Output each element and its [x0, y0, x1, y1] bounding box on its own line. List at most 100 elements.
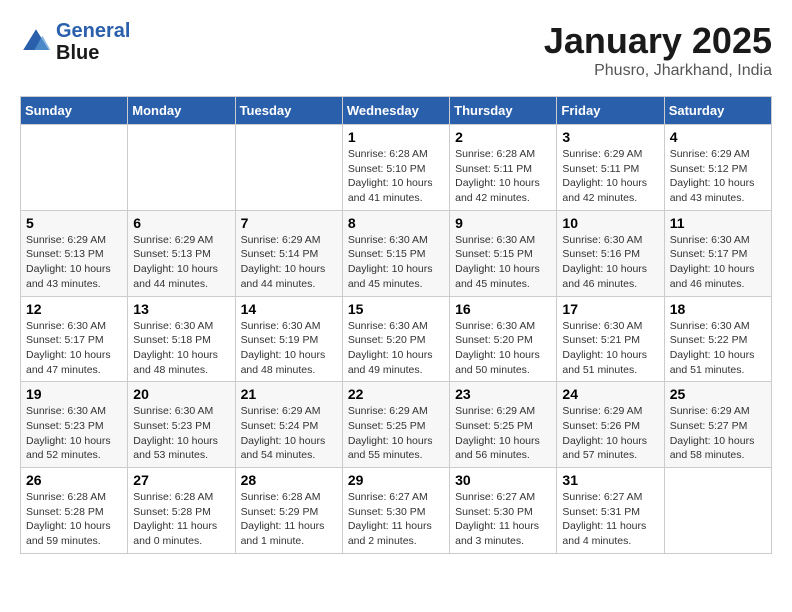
calendar-cell: 14 Sunrise: 6:30 AM Sunset: 5:19 PM Dayli…: [235, 296, 342, 382]
calendar-cell: 8 Sunrise: 6:30 AM Sunset: 5:15 PM Daylig…: [342, 210, 449, 296]
calendar-cell: [235, 125, 342, 211]
calendar-cell: 19 Sunrise: 6:30 AM Sunset: 5:23 PM Dayli…: [21, 382, 128, 468]
day-number: 23: [455, 386, 551, 402]
weekday-header-row: SundayMondayTuesdayWednesdayThursdayFrid…: [21, 97, 772, 125]
calendar-week-5: 26 Sunrise: 6:28 AM Sunset: 5:28 PM Dayli…: [21, 468, 772, 554]
calendar-body: 1 Sunrise: 6:28 AM Sunset: 5:10 PM Daylig…: [21, 125, 772, 554]
weekday-friday: Friday: [557, 97, 664, 125]
calendar-cell: 23 Sunrise: 6:29 AM Sunset: 5:25 PM Dayli…: [450, 382, 557, 468]
calendar-cell: 10 Sunrise: 6:30 AM Sunset: 5:16 PM Dayli…: [557, 210, 664, 296]
calendar-cell: [21, 125, 128, 211]
day-info: Sunrise: 6:30 AM Sunset: 5:20 PM Dayligh…: [348, 319, 444, 378]
day-info: Sunrise: 6:30 AM Sunset: 5:18 PM Dayligh…: [133, 319, 229, 378]
weekday-tuesday: Tuesday: [235, 97, 342, 125]
day-number: 1: [348, 129, 444, 145]
day-info: Sunrise: 6:29 AM Sunset: 5:25 PM Dayligh…: [348, 404, 444, 463]
weekday-saturday: Saturday: [664, 97, 771, 125]
day-number: 16: [455, 301, 551, 317]
day-info: Sunrise: 6:30 AM Sunset: 5:15 PM Dayligh…: [348, 233, 444, 292]
day-info: Sunrise: 6:27 AM Sunset: 5:30 PM Dayligh…: [348, 490, 444, 549]
day-number: 12: [26, 301, 122, 317]
calendar-cell: 15 Sunrise: 6:30 AM Sunset: 5:20 PM Dayli…: [342, 296, 449, 382]
day-number: 31: [562, 472, 658, 488]
day-number: 9: [455, 215, 551, 231]
day-info: Sunrise: 6:29 AM Sunset: 5:26 PM Dayligh…: [562, 404, 658, 463]
day-number: 28: [241, 472, 337, 488]
day-number: 8: [348, 215, 444, 231]
day-number: 17: [562, 301, 658, 317]
day-info: Sunrise: 6:29 AM Sunset: 5:13 PM Dayligh…: [26, 233, 122, 292]
day-number: 15: [348, 301, 444, 317]
calendar-week-3: 12 Sunrise: 6:30 AM Sunset: 5:17 PM Dayli…: [21, 296, 772, 382]
day-number: 27: [133, 472, 229, 488]
title-block: January 2025 Phusro, Jharkhand, India: [544, 20, 772, 80]
day-info: Sunrise: 6:28 AM Sunset: 5:10 PM Dayligh…: [348, 147, 444, 206]
day-info: Sunrise: 6:28 AM Sunset: 5:28 PM Dayligh…: [26, 490, 122, 549]
calendar-cell: 1 Sunrise: 6:28 AM Sunset: 5:10 PM Daylig…: [342, 125, 449, 211]
logo: General Blue: [20, 20, 130, 64]
day-info: Sunrise: 6:29 AM Sunset: 5:14 PM Dayligh…: [241, 233, 337, 292]
logo-general: General: [56, 20, 130, 42]
day-info: Sunrise: 6:28 AM Sunset: 5:29 PM Dayligh…: [241, 490, 337, 549]
day-number: 4: [670, 129, 766, 145]
calendar-cell: 24Sunrise: 6:29 AM Sunset: 5:26 PM Dayli…: [557, 382, 664, 468]
day-number: 14: [241, 301, 337, 317]
day-info: Sunrise: 6:30 AM Sunset: 5:16 PM Dayligh…: [562, 233, 658, 292]
day-number: 22: [348, 386, 444, 402]
calendar-cell: 18 Sunrise: 6:30 AM Sunset: 5:22 PM Dayli…: [664, 296, 771, 382]
day-info: Sunrise: 6:30 AM Sunset: 5:17 PM Dayligh…: [26, 319, 122, 378]
calendar-week-1: 1 Sunrise: 6:28 AM Sunset: 5:10 PM Daylig…: [21, 125, 772, 211]
day-info: Sunrise: 6:29 AM Sunset: 5:11 PM Dayligh…: [562, 147, 658, 206]
weekday-monday: Monday: [128, 97, 235, 125]
page-header: General Blue January 2025 Phusro, Jharkh…: [20, 20, 772, 80]
month-title: January 2025: [544, 20, 772, 62]
calendar-cell: 7 Sunrise: 6:29 AM Sunset: 5:14 PM Daylig…: [235, 210, 342, 296]
calendar-cell: 2Sunrise: 6:28 AM Sunset: 5:11 PM Daylig…: [450, 125, 557, 211]
day-number: 11: [670, 215, 766, 231]
calendar-cell: 26 Sunrise: 6:28 AM Sunset: 5:28 PM Dayli…: [21, 468, 128, 554]
weekday-thursday: Thursday: [450, 97, 557, 125]
calendar-cell: 12 Sunrise: 6:30 AM Sunset: 5:17 PM Dayli…: [21, 296, 128, 382]
calendar-cell: 4 Sunrise: 6:29 AM Sunset: 5:12 PM Daylig…: [664, 125, 771, 211]
day-info: Sunrise: 6:30 AM Sunset: 5:22 PM Dayligh…: [670, 319, 766, 378]
day-number: 21: [241, 386, 337, 402]
calendar-cell: 28 Sunrise: 6:28 AM Sunset: 5:29 PM Dayli…: [235, 468, 342, 554]
day-info: Sunrise: 6:30 AM Sunset: 5:15 PM Dayligh…: [455, 233, 551, 292]
calendar-cell: 20Sunrise: 6:30 AM Sunset: 5:23 PM Dayli…: [128, 382, 235, 468]
day-info: Sunrise: 6:29 AM Sunset: 5:25 PM Dayligh…: [455, 404, 551, 463]
logo-icon: [20, 26, 52, 58]
day-info: Sunrise: 6:29 AM Sunset: 5:13 PM Dayligh…: [133, 233, 229, 292]
day-info: Sunrise: 6:30 AM Sunset: 5:19 PM Dayligh…: [241, 319, 337, 378]
day-number: 3: [562, 129, 658, 145]
calendar-cell: 25Sunrise: 6:29 AM Sunset: 5:27 PM Dayli…: [664, 382, 771, 468]
day-number: 19: [26, 386, 122, 402]
day-info: Sunrise: 6:30 AM Sunset: 5:17 PM Dayligh…: [670, 233, 766, 292]
day-number: 18: [670, 301, 766, 317]
calendar-cell: 29 Sunrise: 6:27 AM Sunset: 5:30 PM Dayli…: [342, 468, 449, 554]
day-info: Sunrise: 6:30 AM Sunset: 5:23 PM Dayligh…: [26, 404, 122, 463]
day-number: 13: [133, 301, 229, 317]
calendar-week-2: 5 Sunrise: 6:29 AM Sunset: 5:13 PM Daylig…: [21, 210, 772, 296]
day-info: Sunrise: 6:28 AM Sunset: 5:28 PM Dayligh…: [133, 490, 229, 549]
day-info: Sunrise: 6:30 AM Sunset: 5:21 PM Dayligh…: [562, 319, 658, 378]
day-info: Sunrise: 6:29 AM Sunset: 5:12 PM Dayligh…: [670, 147, 766, 206]
weekday-sunday: Sunday: [21, 97, 128, 125]
day-number: 2: [455, 129, 551, 145]
calendar-week-4: 19 Sunrise: 6:30 AM Sunset: 5:23 PM Dayli…: [21, 382, 772, 468]
calendar-cell: 22 Sunrise: 6:29 AM Sunset: 5:25 PM Dayli…: [342, 382, 449, 468]
calendar-cell: 6Sunrise: 6:29 AM Sunset: 5:13 PM Daylig…: [128, 210, 235, 296]
calendar-cell: [128, 125, 235, 211]
day-number: 5: [26, 215, 122, 231]
location-subtitle: Phusro, Jharkhand, India: [544, 62, 772, 80]
day-number: 29: [348, 472, 444, 488]
calendar-table: SundayMondayTuesdayWednesdayThursdayFrid…: [20, 96, 772, 554]
day-number: 26: [26, 472, 122, 488]
calendar-cell: 17 Sunrise: 6:30 AM Sunset: 5:21 PM Dayli…: [557, 296, 664, 382]
day-info: Sunrise: 6:27 AM Sunset: 5:31 PM Dayligh…: [562, 490, 658, 549]
day-number: 25: [670, 386, 766, 402]
day-number: 7: [241, 215, 337, 231]
logo-blue: Blue: [56, 42, 99, 64]
calendar-cell: 9 Sunrise: 6:30 AM Sunset: 5:15 PM Daylig…: [450, 210, 557, 296]
day-number: 10: [562, 215, 658, 231]
calendar-cell: 3 Sunrise: 6:29 AM Sunset: 5:11 PM Daylig…: [557, 125, 664, 211]
